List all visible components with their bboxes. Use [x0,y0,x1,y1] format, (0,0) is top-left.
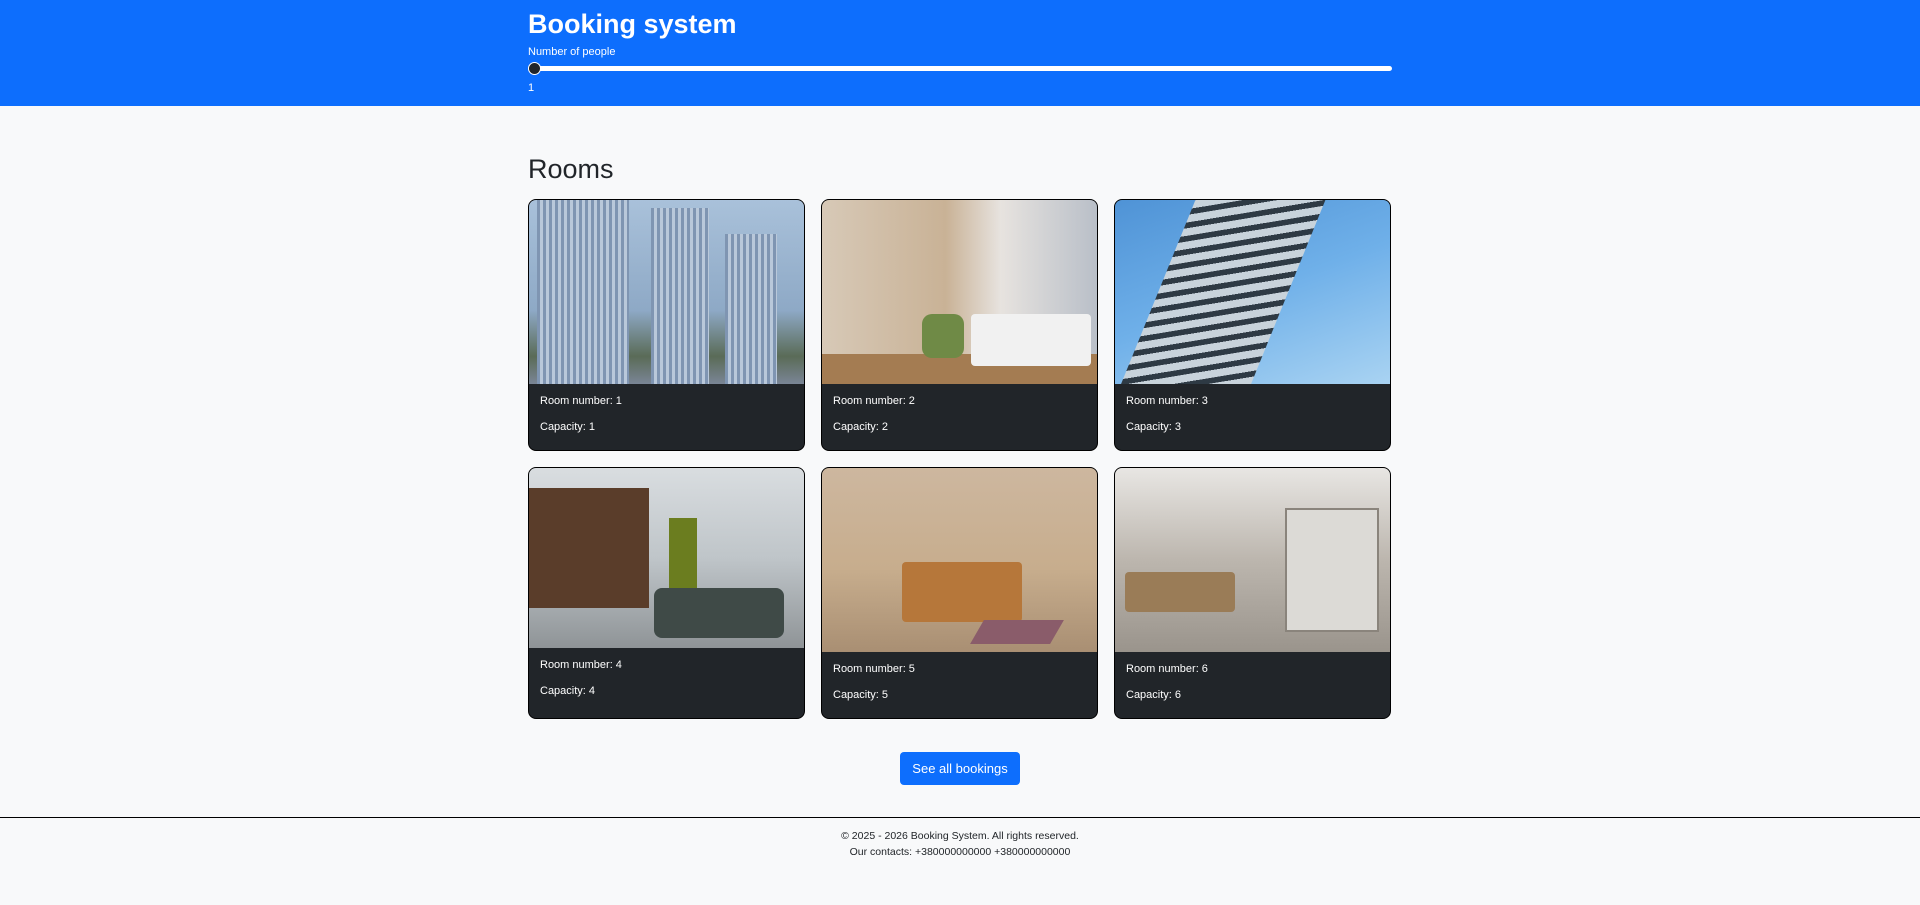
room-capacity: Capacity: 5 [833,689,889,701]
room-info: Room number: 4 Capacity: 4 [529,648,804,718]
room-capacity: Capacity: 3 [1126,421,1182,433]
room-photo [1115,468,1390,652]
photo-chair [922,314,964,358]
room-card[interactable]: Room number: 5 Capacity: 5 [821,467,1098,719]
room-info: Room number: 6 Capacity: 6 [1115,652,1390,718]
people-count-value: 1 [528,82,535,94]
photo-bed [1125,572,1235,612]
room-info: Room number: 1 Capacity: 1 [529,384,804,450]
footer-copyright: © 2025 - 2026 Booking System. All rights… [841,830,1079,842]
room-card[interactable]: Room number: 2 Capacity: 2 [821,199,1098,451]
footer-contacts: Our contacts: +380000000000 +38000000000… [849,846,1071,858]
main-content: Rooms Room number: 1 Capacity: 1 Room nu… [0,106,1920,785]
room-card[interactable]: Room number: 3 Capacity: 3 [1114,199,1391,451]
room-info: Room number: 3 Capacity: 3 [1115,384,1390,450]
photo-doorway [1285,508,1379,632]
see-all-bookings-button[interactable]: See all bookings [900,752,1020,785]
room-card[interactable]: Room number: 6 Capacity: 6 [1114,467,1391,719]
room-number: Room number: 2 [833,395,915,407]
room-photo [1115,200,1390,384]
room-number: Room number: 3 [1126,395,1208,407]
room-info: Room number: 2 Capacity: 2 [822,384,1097,450]
photo-building [1115,200,1334,384]
app-title: Booking system [528,9,737,39]
room-info: Room number: 5 Capacity: 5 [822,652,1097,718]
room-capacity: Capacity: 1 [540,421,596,433]
rooms-heading: Rooms [528,154,614,184]
room-photo [822,200,1097,384]
slider-track[interactable] [528,66,1392,71]
room-photo [822,468,1097,652]
room-capacity: Capacity: 6 [1126,689,1182,701]
room-capacity: Capacity: 4 [540,685,596,697]
photo-rug [970,620,1064,644]
people-count-label: Number of people [528,46,616,58]
photo-bed [902,562,1022,622]
top-header: Booking system Number of people 1 [0,0,1920,106]
room-photo [529,200,804,384]
room-number: Room number: 1 [540,395,622,407]
people-count-slider[interactable] [528,62,1392,76]
room-card[interactable]: Room number: 1 Capacity: 1 [528,199,805,451]
room-number: Room number: 5 [833,663,915,675]
room-number: Room number: 6 [1126,663,1208,675]
bookings-button-row: See all bookings [528,752,1392,785]
page-footer: © 2025 - 2026 Booking System. All rights… [0,817,1920,860]
photo-bed [971,314,1091,366]
photo-wall [529,488,649,608]
header-container: Booking system Number of people 1 [528,0,1392,94]
building-shape [537,200,629,384]
slider-thumb[interactable] [528,62,541,75]
rooms-grid: Room number: 1 Capacity: 1 Room number: … [528,199,1392,719]
room-number: Room number: 4 [540,659,622,671]
room-capacity: Capacity: 2 [833,421,889,433]
building-shape [725,234,777,384]
room-card[interactable]: Room number: 4 Capacity: 4 [528,467,805,719]
photo-curtain [669,518,697,598]
room-photo [529,468,804,648]
photo-sofa [654,588,784,638]
building-shape [651,208,709,384]
